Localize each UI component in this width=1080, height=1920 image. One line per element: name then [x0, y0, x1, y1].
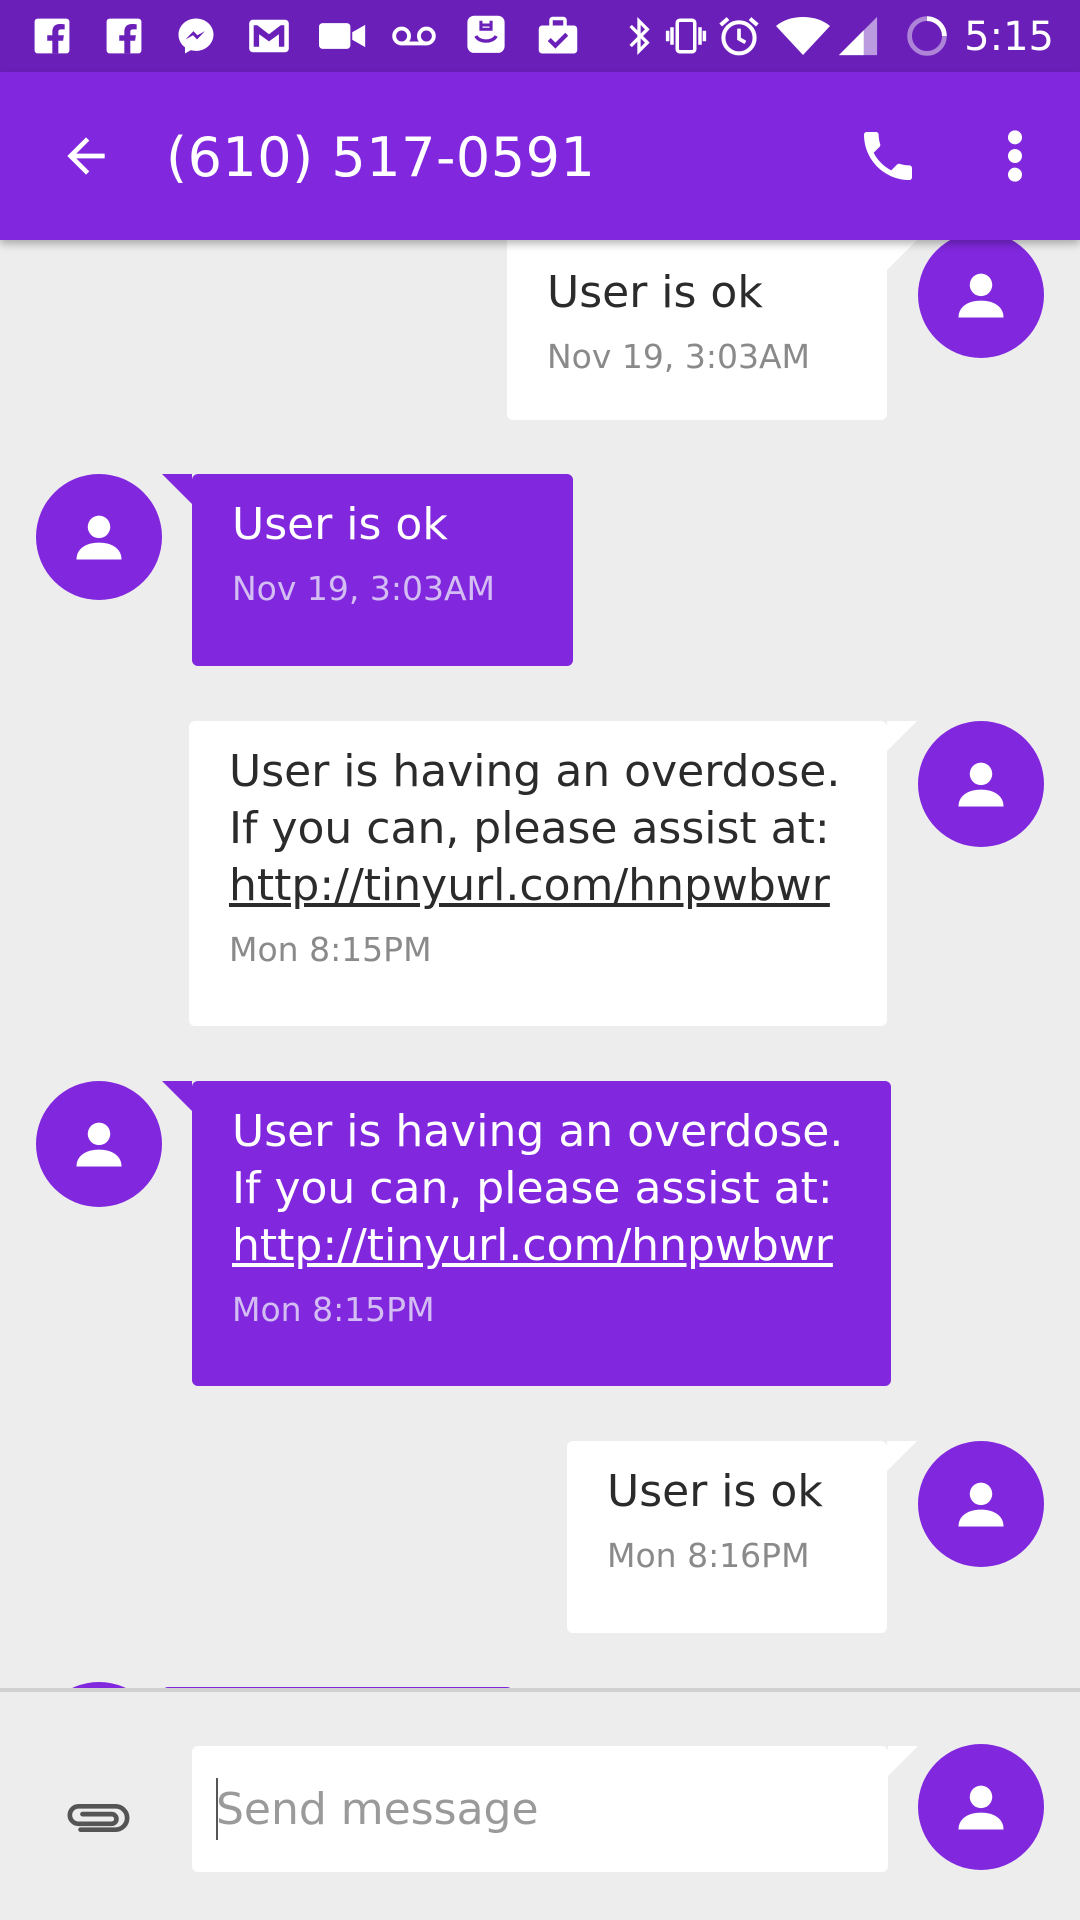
message-text: User is ok — [232, 499, 448, 550]
avatar[interactable] — [918, 240, 1044, 358]
avatar[interactable] — [918, 721, 1044, 847]
message-link[interactable]: http://tinyurl.com/hnpwbwr — [229, 857, 847, 914]
message-bubble-incoming[interactable]: User is ok Mon 8:16PM — [567, 1441, 887, 1633]
message-timestamp: Nov 19, 3:03AM — [547, 337, 811, 376]
message-bubble-incoming[interactable]: User is having an overdose. If you can, … — [189, 721, 887, 1026]
paperclip-icon — [67, 1804, 130, 1832]
app-icon — [464, 15, 508, 56]
voicemail-icon — [390, 16, 438, 56]
message-input[interactable] — [192, 1746, 888, 1872]
facebook-icon — [32, 16, 72, 56]
send-avatar-button[interactable] — [918, 1744, 1044, 1870]
wifi-icon — [774, 16, 832, 56]
back-button[interactable] — [48, 118, 124, 194]
bubble-tail — [887, 240, 917, 270]
gmail-icon — [246, 16, 292, 56]
status-time: 5:15 — [964, 14, 1054, 60]
compose-field[interactable] — [192, 1746, 888, 1872]
facebook-icon — [104, 16, 144, 56]
message-text: User is ok — [607, 1466, 823, 1517]
bubble-tail — [162, 474, 192, 504]
message-timestamp: Mon 8:15PM — [232, 1290, 435, 1329]
briefcase-check-icon — [536, 16, 580, 56]
call-button[interactable] — [852, 120, 924, 192]
message-text: User is having an overdose. If you can, … — [229, 746, 841, 854]
person-icon — [958, 762, 1004, 807]
avatar[interactable] — [36, 1081, 162, 1207]
compose-bar — [0, 1688, 1080, 1920]
avatar[interactable] — [918, 1441, 1044, 1567]
message-list[interactable]: User is ok Nov 19, 3:03AM User is ok Nov… — [0, 240, 1080, 1688]
bluetooth-icon — [624, 16, 654, 56]
video-icon — [318, 16, 368, 56]
vibrate-icon — [664, 16, 708, 56]
bubble-tail — [887, 1441, 917, 1471]
person-icon — [76, 515, 122, 560]
text-cursor — [216, 1778, 218, 1840]
person-icon — [958, 1482, 1004, 1527]
messenger-icon — [174, 16, 218, 56]
message-timestamp: Mon 8:16PM — [607, 1536, 810, 1575]
signal-icon — [836, 16, 880, 56]
person-icon — [958, 273, 1004, 318]
attach-button[interactable] — [58, 1788, 138, 1848]
app-bar: (610) 517-0591 — [0, 72, 1080, 240]
sync-icon — [904, 16, 950, 56]
person-icon — [958, 1785, 1004, 1830]
bubble-tail — [888, 1746, 918, 1776]
message-timestamp: Nov 19, 3:03AM — [232, 569, 496, 608]
more-options-button[interactable] — [990, 120, 1040, 192]
bubble-tail — [887, 721, 917, 751]
message-link[interactable]: http://tinyurl.com/hnpwbwr — [232, 1217, 851, 1274]
phone-icon — [864, 132, 912, 180]
status-bar: 5:15 — [0, 0, 1080, 72]
person-icon — [76, 1122, 122, 1167]
message-bubble-outgoing[interactable]: User is having an overdose. If you can, … — [192, 1081, 891, 1386]
arrow-back-icon — [67, 137, 105, 175]
more-vert-icon — [1008, 130, 1022, 182]
avatar[interactable] — [36, 474, 162, 600]
conversation-title: (610) 517-0591 — [166, 126, 596, 189]
bubble-tail — [162, 1081, 192, 1111]
message-timestamp: Mon 8:15PM — [229, 930, 432, 969]
message-text: User is having an overdose. If you can, … — [232, 1106, 844, 1214]
message-bubble-incoming[interactable]: User is ok Nov 19, 3:03AM — [507, 240, 887, 420]
message-text: User is ok — [547, 267, 763, 318]
alarm-icon — [716, 16, 762, 56]
message-bubble-outgoing[interactable]: User is ok Nov 19, 3:03AM — [192, 474, 573, 666]
